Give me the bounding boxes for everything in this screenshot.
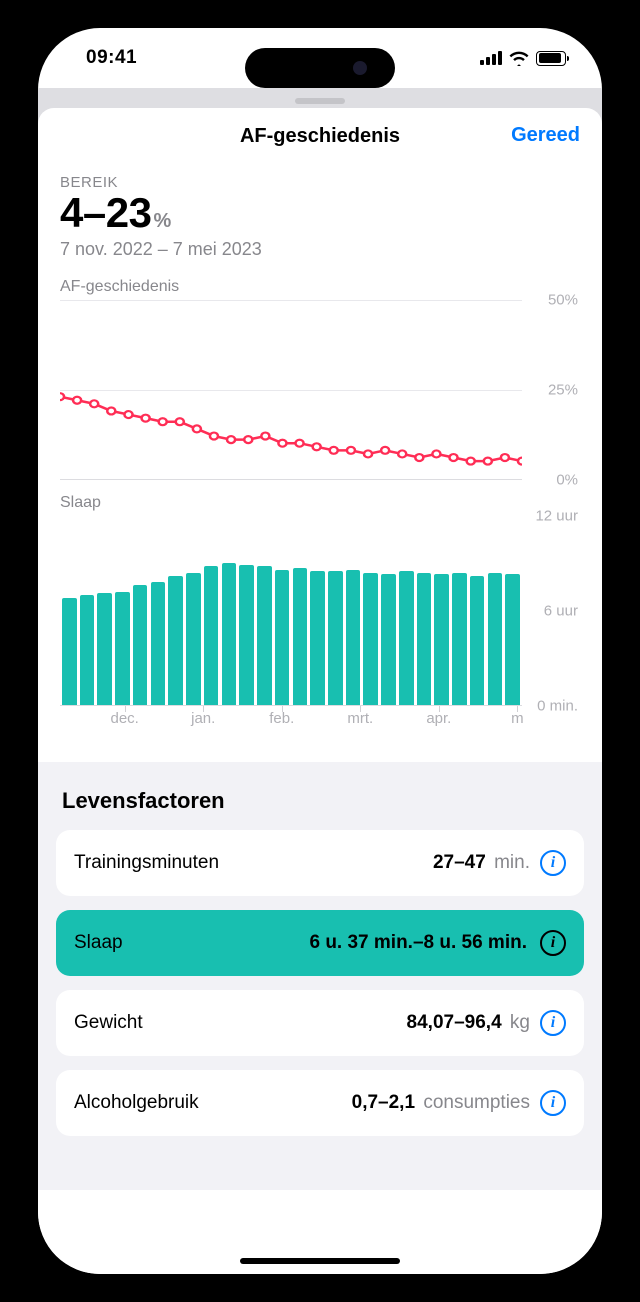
ytick: 6 uur — [544, 603, 578, 620]
bar — [293, 568, 308, 705]
ytick: 12 uur — [535, 508, 578, 525]
bar — [133, 585, 148, 705]
bar — [452, 573, 467, 705]
bar — [115, 592, 130, 705]
factor-name: Gewicht — [74, 1012, 143, 1034]
bar — [399, 571, 414, 705]
ytick: 50% — [548, 292, 578, 309]
bar — [470, 576, 485, 705]
factor-name: Trainingsminuten — [74, 852, 219, 874]
sheet-title: AF-geschiedenis — [240, 125, 400, 148]
bar — [168, 576, 183, 705]
factor-value-wrap: 0,7–2,1 consumpties — [352, 1090, 566, 1116]
factor-unit: kg — [505, 1012, 530, 1033]
sheet-header: AF-geschiedenis Gereed — [38, 108, 602, 164]
factor-value: 27–47 — [433, 852, 486, 873]
info-icon[interactable] — [540, 1090, 566, 1116]
status-time: 09:41 — [86, 47, 137, 69]
factor-value-wrap: 6 u. 37 min.–8 u. 56 min. — [309, 930, 566, 956]
life-factors-title: Levensfactoren — [62, 788, 578, 814]
wifi-icon — [509, 51, 529, 66]
range-dates: 7 nov. 2022 – 7 mei 2023 — [60, 239, 580, 260]
x-tick-label: dec. — [110, 710, 138, 727]
factor-value: 6 u. 37 min.–8 u. 56 min. — [309, 932, 527, 953]
factor-unit: min. — [489, 852, 530, 873]
status-icons — [480, 51, 566, 66]
factor-row-trainingsminuten[interactable]: Trainingsminuten 27–47 min. — [56, 830, 584, 896]
sleep-y-axis: 12 uur 6 uur 0 min. — [522, 516, 580, 706]
factor-value: 84,07–96,4 — [407, 1012, 502, 1033]
ytick: 0% — [556, 472, 578, 489]
range-summary: BEREIK 4–23 % 7 nov. 2022 – 7 mei 2023 — [38, 164, 602, 260]
factor-row-alcoholgebruik[interactable]: Alcoholgebruik 0,7–2,1 consumpties — [56, 1070, 584, 1136]
bar — [257, 566, 272, 705]
bar — [381, 574, 396, 705]
bar — [80, 595, 95, 705]
chart-title-sleep: Slaap — [60, 494, 580, 512]
factor-row-gewicht[interactable]: Gewicht 84,07–96,4 kg — [56, 990, 584, 1056]
sheet-content[interactable]: BEREIK 4–23 % 7 nov. 2022 – 7 mei 2023 A… — [38, 164, 602, 1274]
bar — [275, 570, 290, 706]
bar — [310, 571, 325, 705]
done-button[interactable]: Gereed — [511, 124, 580, 147]
bar — [151, 582, 166, 705]
battery-icon — [536, 51, 566, 66]
bar — [62, 598, 77, 705]
bar — [488, 573, 503, 705]
bar — [204, 566, 219, 705]
bar — [505, 574, 520, 705]
x-tick-label: m — [511, 710, 524, 727]
cellular-signal-icon — [480, 51, 502, 65]
x-tick-label: mrt. — [347, 710, 373, 727]
bar — [186, 573, 201, 705]
bar — [222, 563, 237, 705]
info-icon[interactable] — [540, 850, 566, 876]
range-number: 4–23 — [60, 189, 151, 237]
sleep-bars — [60, 516, 522, 706]
x-tick-label: jan. — [191, 710, 215, 727]
factor-value-wrap: 84,07–96,4 kg — [407, 1010, 566, 1036]
x-tick-label: apr. — [426, 710, 451, 727]
x-axis: dec. jan. feb. mrt. apr. m — [60, 710, 522, 734]
bar — [363, 573, 378, 705]
factor-unit: consumpties — [418, 1092, 530, 1113]
factor-row-slaap[interactable]: Slaap 6 u. 37 min.–8 u. 56 min. — [56, 910, 584, 976]
bar — [97, 593, 112, 705]
bar — [434, 574, 449, 705]
bar — [328, 571, 343, 705]
x-tick-label: feb. — [269, 710, 294, 727]
bar — [417, 573, 432, 705]
bar — [346, 570, 361, 706]
chart-title-af: AF-geschiedenis — [60, 278, 580, 296]
factor-value-wrap: 27–47 min. — [433, 850, 566, 876]
ytick: 25% — [548, 382, 578, 399]
bar — [239, 565, 254, 705]
modal-sheet: AF-geschiedenis Gereed BEREIK 4–23 % 7 n… — [38, 108, 602, 1274]
info-icon[interactable] — [540, 1010, 566, 1036]
home-indicator[interactable] — [240, 1258, 400, 1264]
af-y-axis: 50% 25% 0% — [522, 300, 580, 480]
factor-name: Slaap — [74, 932, 123, 954]
sleep-chart: Slaap 12 uur 6 uur 0 min. dec. jan. feb. mr… — [38, 480, 602, 734]
range-value: 4–23 % — [60, 189, 580, 237]
life-factors-section: Levensfactoren Trainingsminuten 27–47 min… — [38, 762, 602, 1190]
range-unit: % — [153, 210, 170, 233]
dynamic-island — [245, 48, 395, 88]
factor-name: Alcoholgebruik — [74, 1092, 199, 1114]
factor-value: 0,7–2,1 — [352, 1092, 415, 1113]
af-history-chart: AF-geschiedenis 50% 25% 0% — [38, 260, 602, 480]
info-icon[interactable] — [540, 930, 566, 956]
